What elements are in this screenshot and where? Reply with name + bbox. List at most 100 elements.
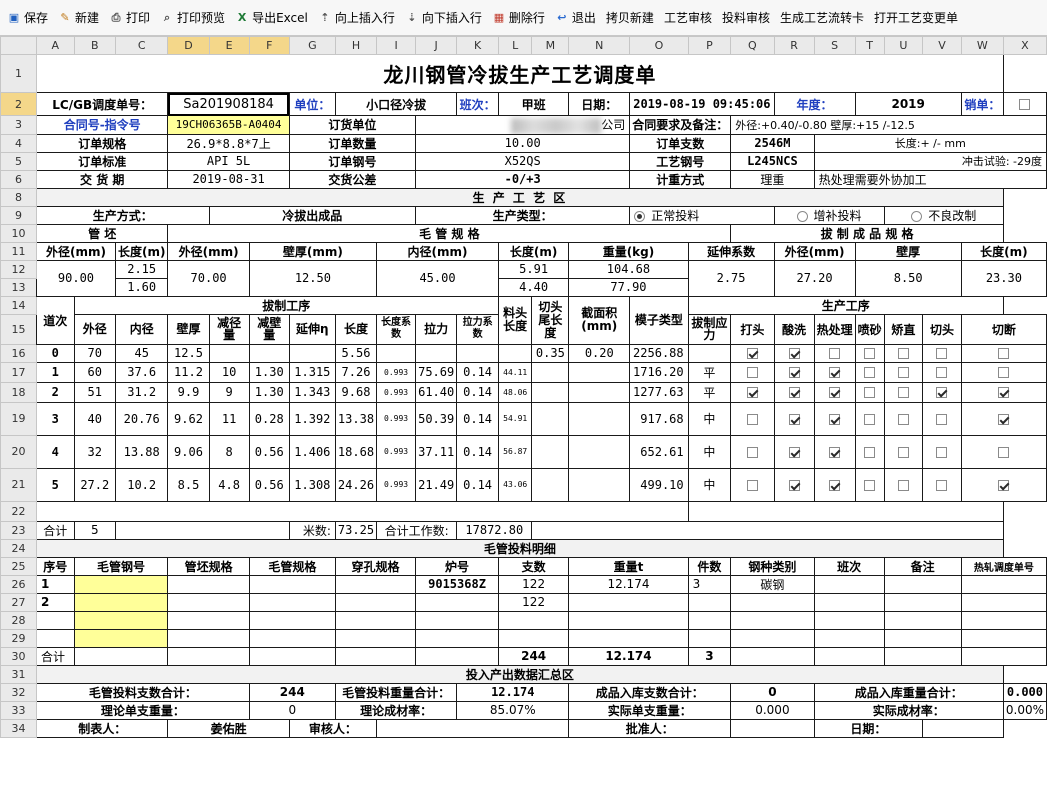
feed-shift[interactable]	[813, 628, 885, 648]
stock-wgt-value[interactable]: 0.000	[1002, 682, 1047, 702]
checkbox-unchecked[interactable]	[864, 348, 876, 359]
feed-type[interactable]	[730, 628, 815, 648]
pass-fc[interactable]: 0.14	[456, 381, 499, 403]
customer-value[interactable]: 公司	[415, 115, 631, 135]
pass-mold[interactable]: 中	[687, 434, 732, 469]
process-checkbox-cell[interactable]	[813, 434, 856, 469]
process-checkbox-cell[interactable]	[960, 361, 1047, 383]
feed-hot[interactable]	[960, 628, 1047, 648]
checkbox-checked[interactable]	[998, 479, 1010, 491]
checkbox-unchecked[interactable]	[998, 348, 1010, 359]
pass-st[interactable]: 43.06	[497, 467, 533, 502]
pass-area[interactable]: 917.68	[629, 401, 689, 436]
requirement-line-1[interactable]: 外径:+0.40/-0.80 壁厚:+15 /-12.5	[730, 115, 1047, 135]
feed-type[interactable]	[730, 592, 815, 612]
due-value[interactable]: 2019-08-31	[167, 169, 290, 189]
pass-st[interactable]: 54.91	[497, 401, 533, 436]
process-checkbox-cell[interactable]	[773, 434, 815, 469]
feed-no[interactable]: 2	[35, 592, 75, 612]
pass-dw[interactable]: 0.56	[248, 434, 290, 469]
process-checkbox-cell[interactable]	[773, 361, 815, 383]
process-checkbox-cell[interactable]	[854, 361, 885, 383]
feed-no[interactable]	[35, 628, 75, 648]
pass-f[interactable]: 50.39	[415, 401, 458, 436]
pass-n[interactable]: 5	[35, 467, 75, 502]
pass-area[interactable]: 2256.88	[629, 343, 689, 363]
pass-dr[interactable]: 9	[208, 381, 250, 403]
theo-yield-value[interactable]: 85.07%	[456, 700, 570, 720]
checkbox-unchecked[interactable]	[746, 446, 758, 458]
order-steel-value[interactable]: X52QS	[415, 151, 631, 171]
pass-mold[interactable]: 中	[687, 467, 732, 502]
feed-note[interactable]	[883, 574, 962, 594]
pass-lc[interactable]	[376, 343, 417, 363]
feed-tube[interactable]	[248, 610, 336, 630]
feed-heat[interactable]	[415, 628, 499, 648]
pass-area[interactable]: 1716.20	[629, 361, 689, 383]
feed-steel[interactable]	[73, 628, 169, 648]
feed-heat[interactable]: 9015368Z	[415, 574, 499, 594]
toolbar-button-11[interactable]: 投料审核	[719, 3, 773, 33]
column-header-L[interactable]: L	[497, 36, 533, 55]
column-header-B[interactable]: B	[73, 36, 116, 55]
date-value[interactable]: 2019-08-19 09:45:06	[629, 92, 775, 116]
column-header-X[interactable]: X	[1002, 36, 1047, 55]
column-header-O[interactable]: O	[629, 36, 689, 55]
process-checkbox-cell[interactable]	[813, 343, 856, 363]
feed-pierce[interactable]	[334, 592, 417, 612]
checkbox-unchecked[interactable]	[864, 479, 876, 491]
feed-pipe[interactable]	[167, 592, 250, 612]
column-header-S[interactable]: S	[813, 36, 856, 55]
feed-wgt-total-value[interactable]: 12.174	[456, 682, 570, 702]
feed-shift[interactable]	[813, 592, 885, 612]
column-header-P[interactable]: P	[687, 36, 732, 55]
pass-mold[interactable]: 中	[687, 401, 732, 436]
checkbox-checked[interactable]	[829, 367, 841, 378]
column-header-Q[interactable]: Q	[730, 36, 775, 55]
sign-date-value[interactable]	[922, 718, 1004, 738]
pass-mold[interactable]: 平	[687, 361, 732, 383]
pass-id[interactable]: 37.6	[114, 361, 169, 383]
checkbox-checked[interactable]	[788, 348, 800, 359]
process-checkbox-cell[interactable]	[922, 401, 962, 436]
pass-area[interactable]: 1277.63	[629, 381, 689, 403]
pass-dr[interactable]	[208, 343, 250, 363]
reviewer-value[interactable]	[376, 718, 570, 738]
checkbox-checked[interactable]	[788, 387, 800, 398]
process-checkbox-cell[interactable]	[773, 401, 815, 436]
pass-len[interactable]: 5.56	[334, 343, 378, 363]
pass-el[interactable]: 1.315	[288, 361, 336, 383]
column-header-F[interactable]: F	[248, 36, 290, 55]
column-header-C[interactable]: C	[114, 36, 169, 55]
column-header-K[interactable]: K	[456, 36, 499, 55]
pass-wt[interactable]: 8.5	[167, 467, 210, 502]
checkbox-unchecked[interactable]	[897, 413, 909, 425]
pass-n[interactable]: 1	[35, 361, 75, 383]
checkbox-checked[interactable]	[746, 348, 758, 359]
pass-mold[interactable]	[687, 343, 732, 363]
tube-wgt-2[interactable]: 77.90	[568, 277, 689, 297]
feed-pcs[interactable]: 122	[497, 574, 570, 594]
pass-n[interactable]: 4	[35, 434, 75, 469]
pass-st[interactable]: 48.06	[497, 381, 533, 403]
pass-dw[interactable]: 1.30	[248, 381, 290, 403]
process-checkbox-cell[interactable]	[883, 467, 924, 502]
pass-tc[interactable]	[568, 361, 631, 383]
pass-len[interactable]: 24.26	[334, 467, 378, 502]
checkbox-checked[interactable]	[829, 446, 841, 458]
feed-no[interactable]	[35, 610, 75, 630]
feed-steel[interactable]	[73, 592, 169, 612]
column-header-R[interactable]: R	[773, 36, 815, 55]
column-header-M[interactable]: M	[531, 36, 570, 55]
feed-total-wgt[interactable]: 12.174	[568, 646, 689, 666]
pass-n[interactable]: 2	[35, 381, 75, 403]
toolbar-button-8[interactable]: ↩ 退出	[552, 3, 599, 33]
pass-dw[interactable]	[248, 343, 290, 363]
feed-hot[interactable]	[960, 592, 1047, 612]
feed-pcs[interactable]	[497, 610, 570, 630]
pass-hc[interactable]	[531, 467, 570, 502]
checkbox-unchecked[interactable]	[864, 367, 876, 378]
pass-id[interactable]: 31.2	[114, 381, 169, 403]
pass-wt[interactable]: 9.06	[167, 434, 210, 469]
checkbox-checked[interactable]	[746, 387, 758, 398]
